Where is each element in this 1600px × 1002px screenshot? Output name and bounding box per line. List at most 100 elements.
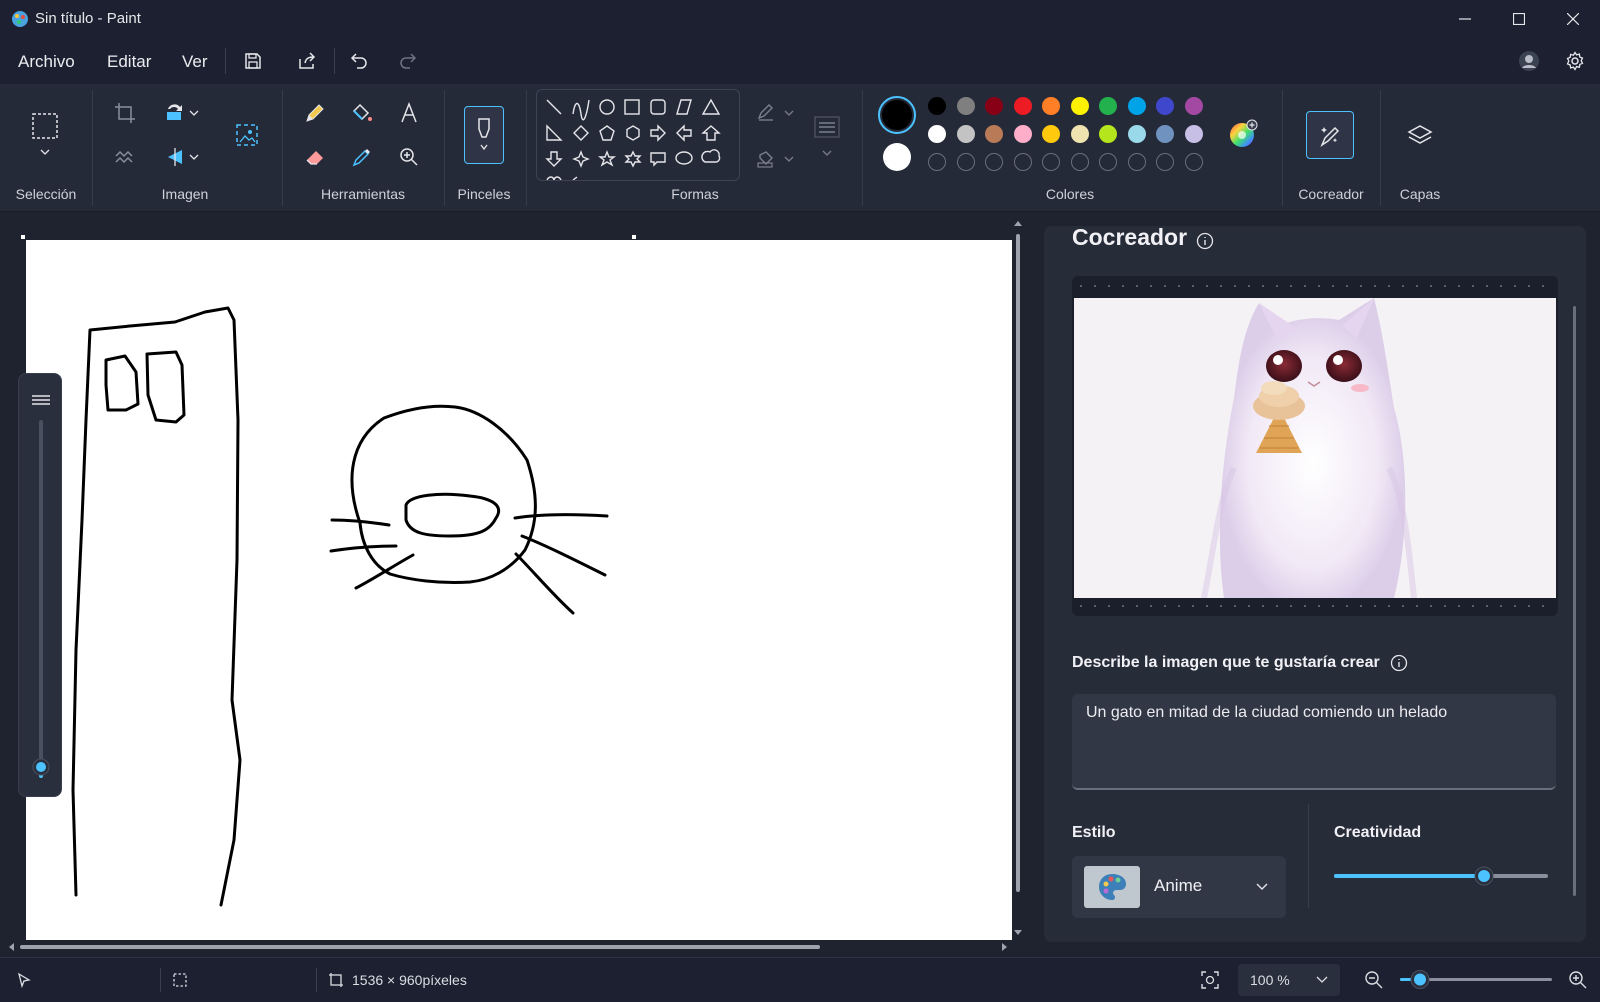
undo-button[interactable] xyxy=(343,46,377,76)
canvas-resize-handle[interactable] xyxy=(632,235,636,239)
fill-shape-dropdown[interactable] xyxy=(780,142,798,176)
color-swatch[interactable] xyxy=(956,97,975,115)
custom-color-slot[interactable] xyxy=(1099,153,1117,171)
pointer-position-icon xyxy=(17,972,31,988)
color-swatch[interactable] xyxy=(1127,125,1146,143)
crop-button[interactable] xyxy=(108,96,142,130)
menu-edit[interactable]: Editar xyxy=(107,50,151,74)
zoom-slider[interactable] xyxy=(1396,968,1556,992)
settings-button[interactable] xyxy=(1558,46,1592,76)
cocreator-brush-sparkle-icon xyxy=(1320,126,1340,148)
color-swatch[interactable] xyxy=(1013,97,1032,115)
style-dropdown[interactable]: Anime xyxy=(1072,856,1286,918)
magnifier-icon xyxy=(400,148,418,166)
fill-shape-button[interactable] xyxy=(752,142,780,176)
chevron-down-icon xyxy=(189,154,199,160)
color-swatch[interactable] xyxy=(985,125,1003,143)
color-swatch[interactable] xyxy=(1070,97,1089,115)
color-wheel-icon xyxy=(1230,119,1258,147)
avatar-icon xyxy=(1519,51,1539,71)
status-bar: 1536 × 960píxeles 100 % xyxy=(0,957,1600,1002)
custom-color-slot[interactable] xyxy=(985,153,1003,171)
custom-color-slot[interactable] xyxy=(1070,153,1089,171)
selection-tool-button[interactable] xyxy=(28,109,62,143)
canvas-resize-handle[interactable] xyxy=(21,235,25,239)
resize-button[interactable] xyxy=(230,118,264,152)
color-swatch[interactable] xyxy=(1070,125,1089,143)
color-swatch[interactable] xyxy=(1127,97,1146,115)
menu-view[interactable]: Ver xyxy=(182,50,208,74)
brush-size-slider[interactable] xyxy=(19,374,63,798)
color-swatch[interactable] xyxy=(985,97,1003,115)
shapes-gallery xyxy=(536,89,740,181)
pencil-button[interactable] xyxy=(298,96,332,130)
five-point-star-shape-icon xyxy=(597,150,617,167)
zoom-out-icon[interactable] xyxy=(1364,970,1384,990)
cloud-callout-shape-icon xyxy=(701,149,721,163)
fit-to-window-icon[interactable] xyxy=(1200,970,1220,990)
color-swatch[interactable] xyxy=(1042,97,1060,115)
outline-dropdown[interactable] xyxy=(780,96,798,130)
selection-dropdown[interactable] xyxy=(28,142,62,162)
info-icon[interactable] xyxy=(1390,654,1408,672)
canvas-horizontal-scrollbar[interactable] xyxy=(6,940,1010,954)
drawing-canvas[interactable] xyxy=(26,240,1012,940)
rotate-dropdown[interactable] xyxy=(184,96,204,130)
fill-button[interactable] xyxy=(345,96,379,130)
edit-colors-button[interactable] xyxy=(1228,119,1258,149)
color-swatch[interactable] xyxy=(928,97,946,115)
outline-button[interactable] xyxy=(752,96,780,130)
color-swatch[interactable] xyxy=(1042,125,1060,143)
color-swatch[interactable] xyxy=(928,125,946,143)
custom-color-slot[interactable] xyxy=(956,153,975,171)
cocreator-button[interactable] xyxy=(1306,111,1354,159)
save-button[interactable] xyxy=(236,46,270,76)
creativity-slider[interactable] xyxy=(1334,864,1548,888)
color-swatch[interactable] xyxy=(1184,97,1203,115)
stroke-size-dropdown[interactable] xyxy=(818,146,836,160)
close-button[interactable] xyxy=(1546,0,1600,38)
shapes-icons xyxy=(545,98,721,180)
color-picker-button[interactable] xyxy=(345,140,379,174)
share-button[interactable] xyxy=(290,46,324,76)
color-swatch[interactable] xyxy=(1184,125,1203,143)
color-swatch[interactable] xyxy=(1099,97,1117,115)
canvas-vertical-scrollbar[interactable] xyxy=(1012,218,1024,940)
info-icon[interactable] xyxy=(1196,232,1214,250)
color-swatch[interactable] xyxy=(1099,125,1117,143)
layers-button[interactable] xyxy=(1400,116,1440,156)
text-button[interactable] xyxy=(392,96,426,130)
remove-background-button[interactable] xyxy=(108,140,142,174)
redo-button[interactable] xyxy=(390,46,424,76)
custom-color-slot[interactable] xyxy=(1042,153,1060,171)
menu-file[interactable]: Archivo xyxy=(18,50,75,74)
flip-dropdown[interactable] xyxy=(184,140,204,174)
zoom-in-icon[interactable] xyxy=(1568,970,1588,990)
gear-icon xyxy=(1566,51,1584,71)
maximize-button[interactable] xyxy=(1492,0,1546,38)
custom-color-slot[interactable] xyxy=(1127,153,1146,171)
color-swatch[interactable] xyxy=(1013,125,1032,143)
panel-scrollbar[interactable] xyxy=(1572,306,1578,906)
stroke-size-icon xyxy=(32,395,50,405)
zoom-level-dropdown[interactable]: 100 % xyxy=(1238,964,1340,996)
secondary-color-button[interactable] xyxy=(883,143,911,171)
eyedropper-icon xyxy=(352,149,370,167)
custom-color-slot[interactable] xyxy=(1156,153,1174,171)
generated-image[interactable] xyxy=(1074,298,1556,598)
magnifier-button[interactable] xyxy=(392,140,426,174)
custom-color-slot[interactable] xyxy=(1184,153,1203,171)
minimize-button[interactable] xyxy=(1438,0,1492,38)
stroke-size-button[interactable] xyxy=(812,110,842,144)
custom-color-slot[interactable] xyxy=(1013,153,1032,171)
primary-color-button[interactable] xyxy=(878,96,916,134)
custom-color-slot[interactable] xyxy=(928,153,946,171)
color-swatch[interactable] xyxy=(956,125,975,143)
color-swatch[interactable] xyxy=(1156,125,1174,143)
eraser-button[interactable] xyxy=(298,140,332,174)
ribbon-separator xyxy=(282,90,283,206)
brushes-button[interactable] xyxy=(464,106,504,164)
prompt-textarea[interactable]: Un gato en mitad de la ciudad comiendo u… xyxy=(1072,694,1556,790)
color-swatch[interactable] xyxy=(1156,97,1174,115)
account-avatar-button[interactable] xyxy=(1512,46,1546,76)
